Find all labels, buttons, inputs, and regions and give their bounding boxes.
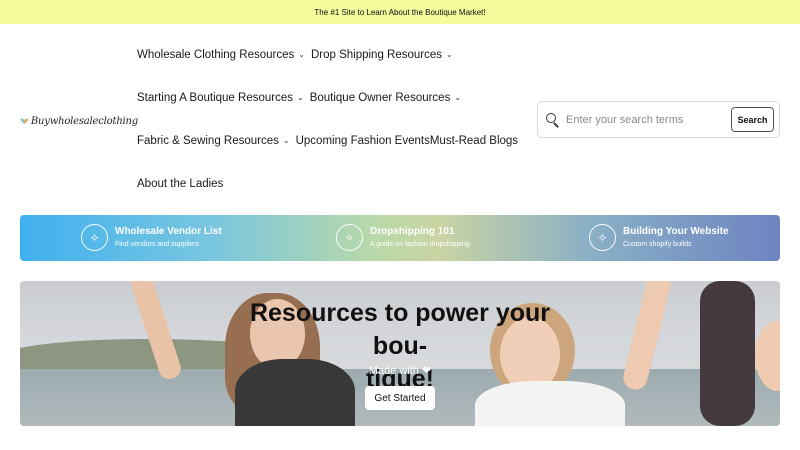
search-button[interactable]: Search bbox=[731, 107, 774, 132]
nav-label: About the Ladies bbox=[137, 178, 224, 190]
feature-subtitle: Custom shopify builds bbox=[623, 240, 692, 248]
search-icon bbox=[546, 112, 560, 128]
nav-item-wholesale-clothing[interactable]: Wholesale Clothing Resources ⌄ bbox=[137, 49, 311, 61]
chevron-down-icon: ⌄ bbox=[446, 49, 453, 59]
nav-label: Starting A Boutique Resources bbox=[137, 92, 293, 104]
announcement-text: The #1 Site to Learn About the Boutique … bbox=[314, 7, 486, 17]
chevron-down-icon: ⌄ bbox=[297, 92, 304, 102]
nav-item-fashion-events[interactable]: Upcoming Fashion Events bbox=[296, 135, 430, 147]
feature-title: Wholesale Vendor List bbox=[115, 225, 222, 237]
site-logo[interactable]: Buywholesaleclothing bbox=[20, 112, 138, 130]
sparkle-icon: ✧ bbox=[589, 224, 616, 251]
nav-label: Upcoming Fashion Events bbox=[295, 135, 430, 147]
feature-title: Building Your Website bbox=[623, 225, 729, 237]
search-box: Search bbox=[537, 101, 780, 138]
feature-building-website[interactable]: ✧ Building Your Website Custom shopify b… bbox=[589, 224, 729, 251]
nav-item-about-ladies[interactable]: About the Ladies bbox=[137, 178, 223, 190]
hero-title-line: Resources to power your bou- bbox=[249, 299, 551, 360]
made-with-text: Made with ❤ bbox=[368, 365, 432, 377]
nav-item-boutique-owner[interactable]: Boutique Owner Resources ⌄ bbox=[310, 92, 467, 104]
announcement-bar: The #1 Site to Learn About the Boutique … bbox=[0, 0, 800, 24]
search-input[interactable] bbox=[566, 113, 726, 126]
chevron-down-icon: ⌄ bbox=[282, 135, 290, 145]
hero-banner: Resources to power your bou- tique! Made… bbox=[20, 281, 780, 426]
nav-label: Drop Shipping Resources bbox=[310, 49, 442, 61]
nav-label: Must-Read Blogs bbox=[429, 135, 519, 147]
sparkle-icon: ✧ bbox=[81, 224, 108, 251]
get-started-button[interactable]: Get Started bbox=[365, 386, 435, 410]
nav-label: Boutique Owner Resources bbox=[309, 92, 451, 104]
feature-wholesale-vendor-list[interactable]: ✧ Wholesale Vendor List Find vendors and… bbox=[81, 224, 222, 251]
feature-title: Dropshipping 101 bbox=[370, 225, 455, 237]
nav-item-drop-shipping[interactable]: Drop Shipping Resources ⌄ bbox=[311, 49, 459, 61]
nav-label: Wholesale Clothing Resources bbox=[137, 49, 295, 61]
feature-subtitle: A guide on fashion dropshipping bbox=[370, 240, 470, 248]
hero-title: Resources to power your bou- tique! bbox=[220, 297, 580, 396]
heart-wings-icon bbox=[20, 118, 29, 125]
chevron-down-icon: ⌄ bbox=[298, 49, 305, 59]
nav-item-starting-boutique[interactable]: Starting A Boutique Resources ⌄ bbox=[137, 92, 310, 104]
sparkle-icon: ✧ bbox=[336, 224, 363, 251]
nav-label: Fabric & Sewing Resources bbox=[137, 135, 279, 147]
logo-text: Buywholesaleclothing bbox=[30, 115, 138, 127]
nav-item-must-read-blogs[interactable]: Must-Read Blogs bbox=[430, 135, 518, 147]
feature-banner: ✧ Wholesale Vendor List Find vendors and… bbox=[20, 215, 780, 261]
feature-subtitle: Find vendors and suppliers bbox=[115, 240, 200, 248]
chevron-down-icon: ⌄ bbox=[454, 92, 462, 102]
feature-dropshipping-101[interactable]: ✧ Dropshipping 101 A guide on fashion dr… bbox=[336, 224, 470, 251]
nav-item-fabric-sewing[interactable]: Fabric & Sewing Resources ⌄ bbox=[137, 135, 296, 147]
